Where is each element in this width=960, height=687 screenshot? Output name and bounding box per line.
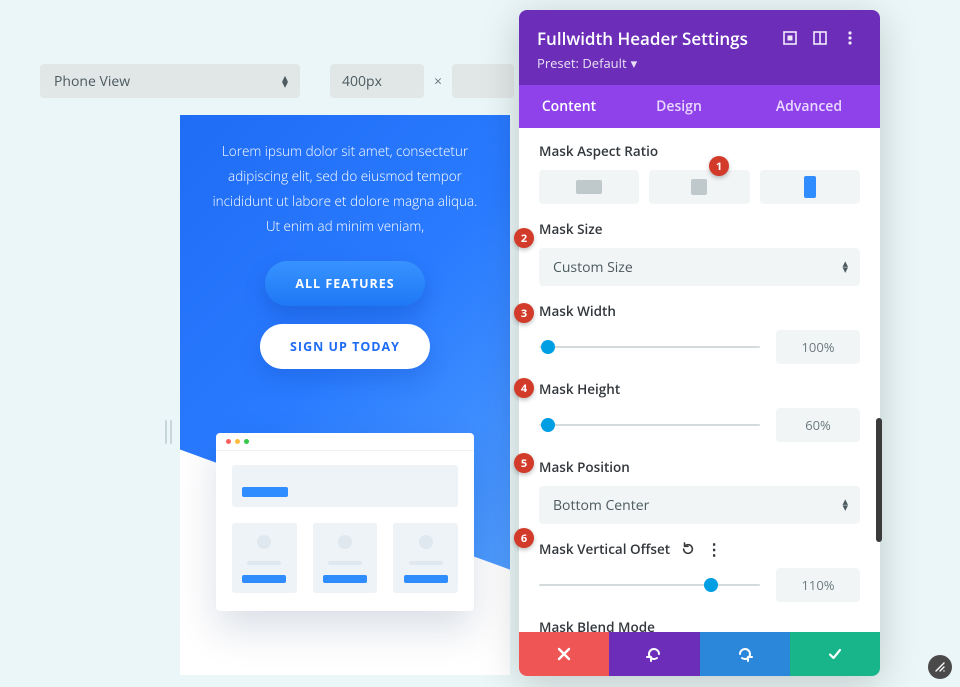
- resize-handle[interactable]: [928, 655, 952, 679]
- view-mode-value: Phone View: [54, 72, 130, 91]
- responsive-view-controls: Phone View ▴▾ 400px ×: [40, 64, 514, 98]
- chevron-sort-icon: ▴▾: [842, 499, 848, 511]
- all-features-button[interactable]: ALL FEATURES: [265, 261, 424, 306]
- redo-button[interactable]: [700, 632, 790, 676]
- mock-window-bar: [216, 433, 474, 451]
- label-mask-position: Mask Position: [539, 458, 860, 476]
- panel-footer: [519, 632, 880, 676]
- undo-button[interactable]: [609, 632, 699, 676]
- hero-buttons: ALL FEATURES SIGN UP TODAY: [180, 261, 510, 369]
- columns-icon[interactable]: [808, 26, 832, 50]
- field-mask-blend-mode: Mask Blend Mode Normal ▴▾: [539, 618, 860, 632]
- mask-width-value[interactable]: 100%: [776, 330, 860, 364]
- settings-panel: Fullwidth Header Settings Preset: Defaul…: [519, 10, 880, 676]
- mask-width-slider[interactable]: [539, 337, 760, 357]
- aspect-option-square[interactable]: [649, 170, 749, 204]
- field-mask-aspect-ratio: Mask Aspect Ratio: [539, 142, 860, 204]
- mask-size-select[interactable]: Custom Size ▴▾: [539, 248, 860, 286]
- callout-badge-1: 1: [709, 156, 729, 176]
- tab-advanced[interactable]: Advanced: [739, 85, 879, 128]
- field-mask-width: Mask Width 100%: [539, 302, 860, 364]
- aspect-option-landscape[interactable]: [539, 170, 639, 204]
- viewport-height-input[interactable]: [452, 64, 514, 98]
- mask-height-slider[interactable]: [539, 415, 760, 435]
- mask-height-value[interactable]: 60%: [776, 408, 860, 442]
- label-mask-size: Mask Size: [539, 220, 860, 238]
- view-mode-select[interactable]: Phone View ▴▾: [40, 64, 300, 98]
- scrollbar-thumb[interactable]: [876, 418, 882, 542]
- tab-content[interactable]: Content: [519, 85, 619, 128]
- callout-badge-6: 6: [514, 528, 534, 548]
- stage: Phone View ▴▾ 400px × Lorem ipsum dolor …: [0, 0, 960, 687]
- save-button[interactable]: [790, 632, 880, 676]
- more-vert-icon[interactable]: [838, 26, 862, 50]
- field-mask-position: Mask Position Bottom Center ▴▾: [539, 458, 860, 524]
- field-mask-size: Mask Size Custom Size ▴▾: [539, 220, 860, 286]
- cancel-button[interactable]: [519, 632, 609, 676]
- tab-design[interactable]: Design: [619, 85, 739, 128]
- mask-size-value: Custom Size: [553, 258, 633, 277]
- aspect-ratio-options: [539, 170, 860, 204]
- label-mask-height: Mask Height: [539, 380, 860, 398]
- preview-drag-handle[interactable]: [163, 420, 173, 444]
- mock-browser-card: [216, 433, 474, 611]
- field-mask-vertical-offset: Mask Vertical Offset ⋮ 110%: [539, 540, 860, 602]
- chevron-sort-icon: ▴▾: [842, 261, 848, 273]
- preview-canvas: Lorem ipsum dolor sit amet, consectetur …: [180, 115, 510, 675]
- preset-label: Preset: Default: [537, 54, 627, 72]
- mask-voffset-value[interactable]: 110%: [776, 568, 860, 602]
- field-mask-height: Mask Height 60%: [539, 380, 860, 442]
- panel-header: Fullwidth Header Settings Preset: Defaul…: [519, 10, 880, 85]
- panel-body: Mask Aspect Ratio Mask Size Custom Size …: [519, 128, 880, 632]
- hero-body-text: Lorem ipsum dolor sit amet, consectetur …: [180, 115, 510, 239]
- callout-badge-4: 4: [514, 378, 534, 398]
- reset-icon[interactable]: [680, 541, 696, 557]
- sign-up-button[interactable]: SIGN UP TODAY: [260, 324, 430, 369]
- expand-icon[interactable]: [778, 26, 802, 50]
- panel-title: Fullwidth Header Settings: [537, 27, 772, 50]
- label-mask-vertical-offset: Mask Vertical Offset: [539, 540, 670, 558]
- chevron-sort-icon: ▴▾: [282, 75, 288, 87]
- chevron-down-icon: ▾: [631, 54, 638, 72]
- panel-tabs: Content Design Advanced: [519, 85, 880, 128]
- label-mask-aspect-ratio: Mask Aspect Ratio: [539, 142, 860, 160]
- mask-position-value: Bottom Center: [553, 496, 649, 515]
- label-mask-blend-mode: Mask Blend Mode: [539, 618, 860, 632]
- callout-badge-3: 3: [514, 303, 534, 323]
- mask-voffset-slider[interactable]: [539, 575, 760, 595]
- viewport-width-input[interactable]: 400px: [330, 64, 424, 98]
- callout-badge-5: 5: [514, 453, 534, 473]
- callout-badge-2: 2: [514, 228, 534, 248]
- preset-dropdown[interactable]: Preset: Default ▾: [537, 54, 637, 72]
- mask-position-select[interactable]: Bottom Center ▴▾: [539, 486, 860, 524]
- label-mask-width: Mask Width: [539, 302, 860, 320]
- viewport-width-value: 400px: [342, 72, 382, 91]
- viewport-size-group: 400px ×: [330, 64, 514, 98]
- aspect-option-portrait[interactable]: [760, 170, 860, 204]
- times-separator: ×: [434, 72, 442, 91]
